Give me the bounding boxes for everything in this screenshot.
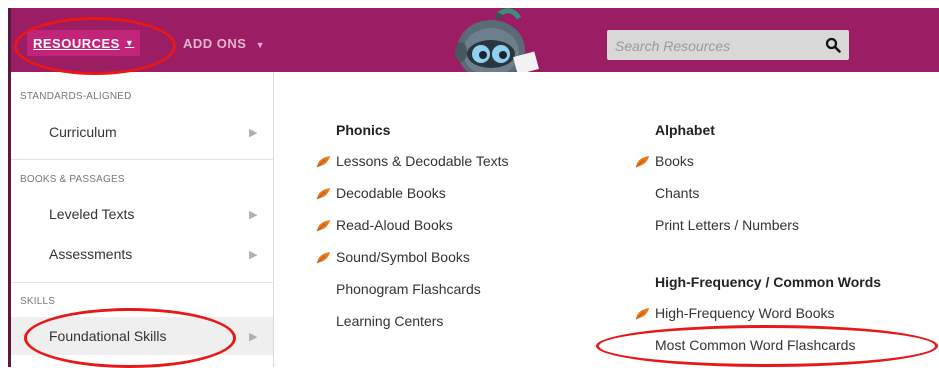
leaf-icon: [635, 156, 649, 168]
link-chants[interactable]: Chants: [655, 185, 699, 201]
sidebar-item-label: Assessments: [49, 246, 133, 262]
chevron-right-icon: ▶: [249, 208, 258, 221]
chevron-right-icon: ▶: [249, 330, 258, 343]
leaf-icon: [316, 252, 330, 264]
resources-menu-button[interactable]: RESOURCES ▼: [27, 30, 141, 56]
leaf-icon: [635, 308, 649, 320]
search-icon[interactable]: [825, 37, 841, 53]
link-most-common-word-flashcards[interactable]: Most Common Word Flashcards: [655, 337, 855, 353]
screenshot-frame-top: [0, 0, 939, 8]
section-divider: [11, 159, 273, 160]
link-decodable-books[interactable]: Decodable Books: [336, 185, 446, 201]
sidebar-item-assessments[interactable]: Assessments ▶: [11, 235, 273, 273]
screenshot-frame-left: [0, 8, 8, 367]
sidebar-item-foundational-skills[interactable]: Foundational Skills ▶: [11, 317, 273, 355]
sidebar-item-label: Foundational Skills: [49, 328, 167, 344]
link-print-letters-numbers[interactable]: Print Letters / Numbers: [655, 217, 799, 233]
sidebar-item-leveled-texts[interactable]: Leveled Texts ▶: [11, 195, 273, 233]
addons-menu-button[interactable]: ADD ONS ▼: [183, 36, 265, 51]
link-alphabet-books[interactable]: Books: [655, 153, 694, 169]
chevron-right-icon: ▶: [249, 248, 258, 261]
link-lessons-decodable-texts[interactable]: Lessons & Decodable Texts: [336, 153, 509, 169]
link-high-frequency-word-books[interactable]: High-Frequency Word Books: [655, 305, 834, 321]
link-read-aloud-books[interactable]: Read-Aloud Books: [336, 217, 453, 233]
sidebar-item-curriculum[interactable]: Curriculum ▶: [11, 113, 273, 151]
section-label-standards: STANDARDS-ALIGNED: [20, 91, 132, 102]
search-box: [607, 30, 849, 60]
section-label-skills: SKILLS: [20, 296, 56, 307]
robot-mascot-logo: [455, 8, 539, 72]
caret-down-icon: ▼: [124, 38, 135, 48]
link-sound-symbol-books[interactable]: Sound/Symbol Books: [336, 249, 470, 265]
sidebar-item-label: Curriculum: [49, 124, 117, 140]
chevron-right-icon: ▶: [249, 126, 258, 139]
caret-down-icon: ▼: [255, 40, 265, 50]
link-learning-centers[interactable]: Learning Centers: [336, 313, 443, 329]
leaf-icon: [316, 188, 330, 200]
phonics-heading: Phonics: [336, 122, 391, 138]
section-divider: [11, 282, 273, 283]
sidebar-item-label: Leveled Texts: [49, 206, 135, 222]
leaf-icon: [316, 156, 330, 168]
search-input[interactable]: [613, 34, 807, 58]
link-phonogram-flashcards[interactable]: Phonogram Flashcards: [336, 281, 481, 297]
resources-label: RESOURCES: [33, 35, 120, 51]
addons-label: ADD ONS: [183, 36, 247, 51]
high-frequency-heading: High-Frequency / Common Words: [655, 274, 882, 290]
top-navbar: RESOURCES ▼ ADD ONS ▼: [11, 8, 939, 72]
leaf-icon: [316, 220, 330, 232]
section-label-books: BOOKS & PASSAGES: [20, 174, 125, 185]
alphabet-heading: Alphabet: [655, 122, 715, 138]
